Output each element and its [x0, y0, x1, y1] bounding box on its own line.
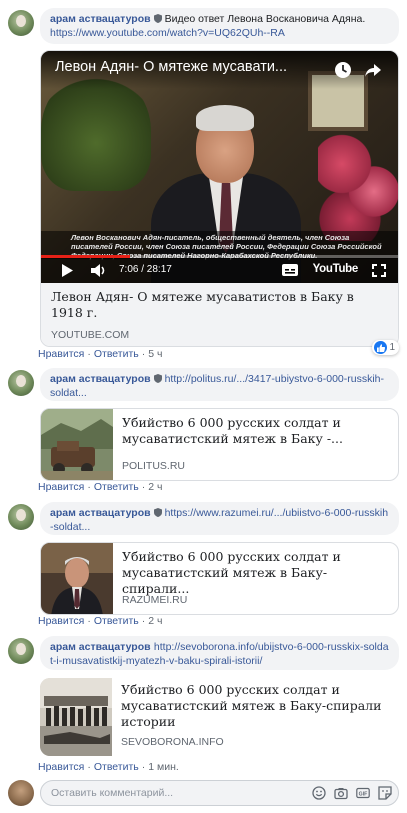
comment-author[interactable]: арам аствацатуров — [50, 507, 151, 519]
video-controls: 7:06 / 28:17 YouTube — [41, 258, 398, 283]
video-frame-plant — [41, 71, 151, 191]
comment-time[interactable]: 5 ч — [148, 348, 162, 360]
fullscreen-icon[interactable] — [372, 264, 386, 277]
comment-time[interactable]: 1 мин. — [148, 761, 179, 773]
comment-bubble: арам аствацатуров http://sevoborona.info… — [40, 636, 399, 670]
reply-button[interactable]: Ответить — [94, 761, 139, 773]
link-preview-card[interactable]: Убийство 6 000 русских солдат и мусавати… — [40, 408, 399, 481]
link-preview-title[interactable]: Левон Адян- О мятеже мусаватистов в Баку… — [51, 289, 388, 321]
comment-1: арам аствацатуров Видео ответ Левона Воск… — [8, 8, 399, 358]
comment-bubble: арам аствацатуров http://politus.ru/.../3… — [40, 368, 399, 401]
share-icon[interactable] — [364, 61, 382, 79]
link-preview-domain: POLITUS.RU — [122, 460, 186, 472]
emoji-icon[interactable] — [312, 786, 326, 800]
like-button[interactable]: Нравится — [38, 615, 84, 627]
comment-composer: GIF — [8, 780, 399, 806]
link-preview-title[interactable]: Убийство 6 000 русских солдат и мусавати… — [122, 415, 392, 447]
link-preview-thumbnail — [40, 678, 112, 756]
comment-author[interactable]: арам аствацатуров — [50, 373, 151, 385]
reply-button[interactable]: Ответить — [94, 481, 139, 493]
comment-input[interactable] — [51, 785, 271, 801]
link-preview-thumbnail — [41, 409, 113, 480]
avatar[interactable] — [8, 638, 34, 664]
play-icon[interactable] — [61, 264, 73, 277]
comment-link[interactable]: https://www.youtube.com/watch?v=UQ62QUh-… — [50, 27, 285, 39]
volume-icon[interactable] — [91, 263, 107, 278]
comment-4: арам аствацатуров http://sevoborona.info… — [8, 636, 399, 756]
shield-icon — [153, 14, 162, 23]
comment-time[interactable]: 2 ч — [148, 615, 162, 627]
avatar[interactable] — [8, 504, 34, 530]
gif-icon[interactable]: GIF — [356, 786, 370, 800]
comment-bubble: арам аствацатуров https://www.razumei.ru/… — [40, 502, 399, 535]
comment-actions: Нравится · Ответить · 2 ч — [38, 615, 163, 627]
link-preview-card[interactable]: Левон Адян- О мятеже мусавати... Левон В… — [40, 50, 399, 347]
link-preview-card[interactable]: Убийство 6 000 русских солдат и мусавати… — [40, 678, 399, 756]
shield-icon — [153, 508, 162, 517]
comment-2: арам аствацатуров http://politus.ru/.../3… — [8, 368, 399, 483]
avatar[interactable] — [8, 10, 34, 36]
watch-later-icon[interactable] — [334, 61, 352, 79]
svg-text:GIF: GIF — [359, 791, 368, 797]
reply-button[interactable]: Ответить — [94, 615, 139, 627]
link-preview-domain: RAZUMEI.RU — [122, 594, 188, 606]
youtube-logo[interactable]: YouTube — [313, 263, 359, 275]
thumbs-up-icon — [374, 341, 388, 354]
reply-button[interactable]: Ответить — [94, 348, 139, 360]
comment-actions: Нравится · Ответить · 5 ч — [38, 348, 163, 360]
sticker-icon[interactable] — [378, 786, 392, 800]
comment-actions: Нравится · Ответить · 2 ч — [38, 481, 163, 493]
like-button[interactable]: Нравится — [38, 761, 84, 773]
video-time: 7:06 / 28:17 — [119, 264, 172, 275]
avatar[interactable] — [8, 370, 34, 396]
current-user-avatar[interactable] — [8, 780, 34, 806]
comment-input-field[interactable]: GIF — [40, 780, 399, 806]
link-preview-title[interactable]: Убийство 6 000 русских солдат и мусавати… — [121, 682, 393, 730]
link-preview-thumbnail — [41, 543, 113, 614]
comment-bubble: арам аствацатуров Видео ответ Левона Воск… — [40, 8, 399, 44]
composer-icons: GIF — [312, 786, 392, 800]
comment-text: Видео ответ Левона Восканoвича Адяна. — [164, 13, 366, 25]
comment-author[interactable]: арам аствацатуров — [50, 13, 151, 25]
comment-author[interactable]: арам аствацатуров — [50, 641, 151, 653]
comment-actions: Нравится · Ответить · 1 мин. — [38, 761, 179, 773]
like-button[interactable]: Нравится — [38, 348, 84, 360]
like-button[interactable]: Нравится — [38, 481, 84, 493]
camera-icon[interactable] — [334, 786, 348, 800]
link-preview-domain: YOUTUBE.COM — [51, 329, 130, 341]
reaction-number: 1 — [389, 342, 395, 353]
video-frame-flowers — [318, 131, 398, 241]
comment-time[interactable]: 2 ч — [148, 481, 162, 493]
link-preview-info[interactable]: Левон Адян- О мятеже мусаватистов в Баку… — [41, 283, 398, 346]
video-player[interactable]: Левон Адян- О мятеже мусавати... Левон В… — [41, 51, 398, 283]
link-preview-title[interactable]: Убийство 6 000 русских солдат и мусавати… — [122, 549, 392, 597]
shield-icon — [153, 374, 162, 383]
captions-icon[interactable] — [282, 264, 298, 276]
comment-3: арам аствацатуров https://www.razumei.ru/… — [8, 502, 399, 617]
reaction-count[interactable]: 1 — [372, 340, 399, 355]
link-preview-card[interactable]: Убийство 6 000 русских солдат и мусавати… — [40, 542, 399, 615]
link-preview-domain: SEVOBORONA.INFO — [121, 736, 224, 748]
